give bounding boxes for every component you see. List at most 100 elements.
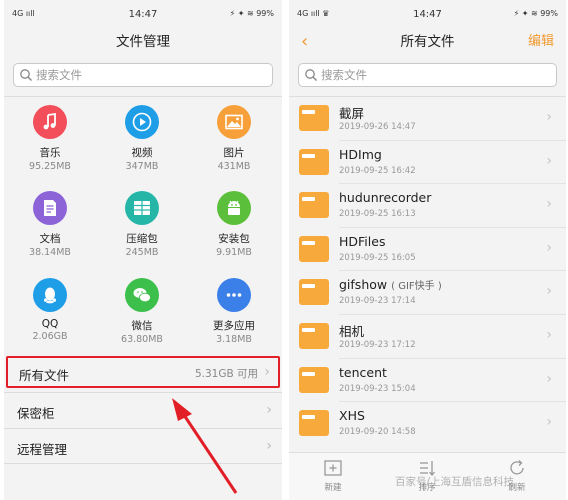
category-size: 3.18MB bbox=[216, 334, 252, 345]
watermark: 百家号/上海互盾信息科技 bbox=[395, 476, 515, 488]
folder-icon bbox=[299, 279, 329, 306]
category-size: 63.80MB bbox=[121, 334, 163, 345]
folder-name: XHS bbox=[339, 408, 365, 424]
folder-item[interactable]: HDFiles 2019-09-25 16:05 › bbox=[289, 228, 566, 272]
remote-manage-row[interactable]: 远程管理 › bbox=[4, 428, 282, 464]
row-label: 远程管理 bbox=[17, 442, 68, 457]
folder-name: HDFiles bbox=[339, 233, 386, 249]
image-icon bbox=[217, 105, 251, 139]
category-more-apps[interactable]: 更多应用 3.18MB bbox=[188, 278, 280, 345]
folder-item[interactable]: HDImg 2019-09-25 16:42 › bbox=[289, 141, 566, 185]
folder-item[interactable]: 截屏 2019-09-26 14:47 › bbox=[289, 97, 566, 141]
new-folder-icon bbox=[324, 460, 342, 476]
chevron-right-icon: › bbox=[546, 109, 552, 125]
chevron-right-icon: › bbox=[546, 239, 552, 256]
category-name: 更多应用 bbox=[213, 320, 255, 332]
status-bar: 4G ııll ♛ 14:47 ⚡ ✦ ≋ 99% bbox=[289, 0, 566, 28]
folder-date: 2019-09-20 14:58 bbox=[339, 427, 416, 438]
folder-icon bbox=[299, 235, 329, 262]
all-files-row[interactable]: 所有文件 5.31GB 可用 › bbox=[6, 356, 280, 388]
chevron-right-icon: › bbox=[546, 414, 552, 431]
search-icon bbox=[305, 69, 317, 81]
folder-icon bbox=[299, 322, 329, 349]
category-size: 95.25MB bbox=[29, 161, 71, 172]
folder-date: 2019-09-25 16:42 bbox=[339, 165, 416, 176]
wechat-icon bbox=[125, 278, 159, 312]
folder-icon bbox=[299, 148, 329, 175]
folder-name-text: gifshow bbox=[339, 277, 388, 293]
category-video[interactable]: 视频 347MB bbox=[96, 105, 188, 172]
chevron-right-icon: › bbox=[546, 283, 552, 300]
chevron-right-icon: › bbox=[546, 326, 552, 343]
available-space: 5.31GB 可用 bbox=[194, 368, 258, 380]
folder-icon bbox=[299, 410, 329, 437]
chevron-right-icon: › bbox=[264, 364, 270, 380]
folder-date: 2019-09-25 16:05 bbox=[339, 252, 416, 263]
android-icon bbox=[217, 191, 251, 225]
folder-item[interactable]: XHS 2019-09-20 14:58 › bbox=[289, 402, 566, 446]
search-box[interactable] bbox=[13, 63, 273, 87]
battery-indicator: ⚡ ✦ ≋ 99% bbox=[229, 9, 274, 18]
category-music[interactable]: 音乐 95.25MB bbox=[4, 105, 96, 172]
chevron-right-icon: › bbox=[266, 402, 272, 418]
edit-button[interactable]: 编辑 bbox=[528, 28, 554, 56]
music-icon bbox=[33, 105, 67, 139]
folder-item[interactable]: 相机 2019-09-23 17:12 › bbox=[289, 315, 566, 359]
play-icon bbox=[125, 105, 159, 139]
document-icon bbox=[33, 191, 67, 225]
folder-item[interactable]: tencent 2019-09-23 15:04 › bbox=[289, 359, 566, 403]
new-folder-button[interactable]: 新建 bbox=[303, 458, 363, 493]
category-apk[interactable]: 安装包 9.91MB bbox=[188, 191, 280, 258]
category-archive[interactable]: 压缩包 245MB bbox=[96, 191, 188, 258]
title-bar: 文件管理 bbox=[4, 28, 282, 56]
category-name: 音乐 bbox=[39, 147, 61, 159]
storage-list: 所有文件 5.31GB 可用 › 保密柜 › 远程管理 › bbox=[4, 356, 282, 464]
folder-name: 相机 bbox=[339, 323, 365, 339]
folder-icon bbox=[299, 105, 329, 131]
folder-tag: ( GIF快手 ) bbox=[391, 281, 442, 293]
category-size: 2.06GB bbox=[32, 331, 68, 342]
folder-date: 2019-09-23 15:04 bbox=[339, 383, 416, 394]
folder-name: HDImg bbox=[339, 146, 382, 162]
category-name: QQ bbox=[41, 318, 59, 330]
chevron-right-icon: › bbox=[546, 196, 552, 213]
search-box[interactable] bbox=[298, 63, 557, 87]
category-name: 安装包 bbox=[218, 233, 250, 245]
status-bar: 4G ııll 14:47 ⚡ ✦ ≋ 99% bbox=[4, 0, 282, 28]
folder-item[interactable]: hudunrecorder 2019-09-25 16:13 › bbox=[289, 184, 566, 228]
page-title: 所有文件 bbox=[400, 34, 455, 50]
folder-date: 2019-09-26 14:47 bbox=[339, 122, 416, 132]
category-wechat[interactable]: 微信 63.80MB bbox=[96, 278, 188, 345]
folder-name: hudunrecorder bbox=[339, 190, 432, 206]
folder-item[interactable]: gifshow ( GIF快手 ) 2019-09-23 17:14 › bbox=[289, 271, 566, 315]
category-name: 压缩包 bbox=[126, 233, 158, 245]
chevron-right-icon: › bbox=[546, 152, 552, 169]
divider bbox=[4, 96, 282, 97]
category-document[interactable]: 文档 38.14MB bbox=[4, 191, 96, 258]
category-name: 视频 bbox=[131, 147, 153, 159]
category-name: 图片 bbox=[223, 147, 245, 159]
chevron-right-icon: › bbox=[546, 370, 552, 387]
folder-date: 2019-09-23 17:12 bbox=[339, 339, 416, 350]
category-image[interactable]: 图片 431MB bbox=[188, 105, 280, 172]
folder-date: 2019-09-23 17:14 bbox=[339, 296, 416, 307]
back-arrow-icon[interactable]: ‹ bbox=[301, 28, 308, 56]
category-name: 文档 bbox=[39, 233, 61, 245]
folder-name: gifshow ( GIF快手 ) bbox=[339, 277, 442, 292]
category-size: 245MB bbox=[125, 247, 159, 258]
category-size: 431MB bbox=[217, 161, 251, 172]
battery-indicator: ⚡ ✦ ≋ 99% bbox=[513, 9, 558, 18]
row-label: 所有文件 bbox=[19, 368, 70, 383]
file-list: 截屏 2019-09-26 14:47 › HDImg 2019-09-25 1… bbox=[289, 97, 566, 446]
safe-box-row[interactable]: 保密柜 › bbox=[4, 392, 282, 428]
search-input[interactable] bbox=[321, 67, 521, 83]
file-manager-screen: 4G ııll 14:47 ⚡ ✦ ≋ 99% 文件管理 音乐 95.25MB … bbox=[4, 0, 282, 500]
more-icon bbox=[217, 278, 251, 312]
search-input[interactable] bbox=[36, 67, 236, 83]
folder-icon bbox=[299, 192, 329, 219]
folder-name: tencent bbox=[339, 364, 387, 380]
category-qq[interactable]: QQ 2.06GB bbox=[4, 278, 96, 342]
qq-icon bbox=[33, 278, 67, 312]
archive-icon bbox=[125, 191, 159, 225]
row-label: 保密柜 bbox=[17, 406, 55, 421]
